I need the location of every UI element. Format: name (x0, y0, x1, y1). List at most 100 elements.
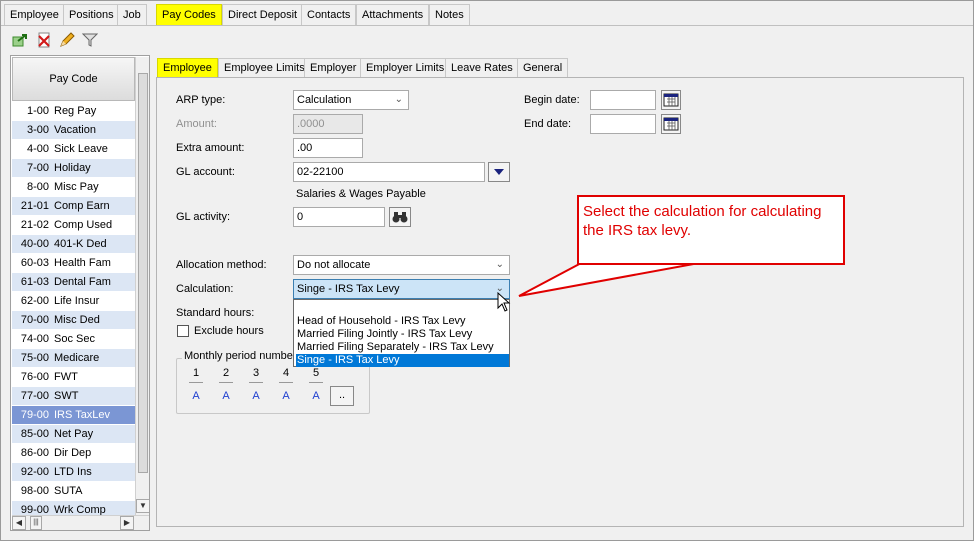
period-value-5[interactable]: A (306, 390, 326, 402)
calculation-option-blank[interactable] (296, 301, 509, 314)
begin-date-field[interactable] (590, 90, 656, 110)
pay-code-name: IRS TaxLev (54, 409, 111, 421)
calculation-option-married-jointly[interactable]: Married Filing Jointly - IRS Tax Levy (296, 328, 509, 341)
allocation-method-select[interactable]: Do not allocate ⌄ (293, 255, 510, 275)
gl-activity-field[interactable]: 0 (293, 207, 385, 227)
arp-type-select[interactable]: Calculation ⌄ (293, 90, 409, 110)
pay-code-number: 98-00 (20, 485, 49, 497)
list-vertical-scrollbar[interactable]: ▼ (135, 57, 149, 515)
pay-code-number: 92-00 (20, 466, 49, 478)
pay-code-row[interactable]: 79-00 IRS TaxLev (12, 406, 135, 425)
pay-code-row[interactable]: 86-00 Dir Dep (12, 444, 135, 463)
pay-code-rows: 1-00 Reg Pay 3-00 Vacation 4-00 Sick Leave 7-0… (12, 102, 135, 520)
monthly-period-title: Monthly period number (182, 350, 299, 362)
gl-account-label: GL account: (176, 166, 235, 178)
end-date-calendar-button[interactable] (661, 114, 681, 134)
period-value-3[interactable]: A (246, 390, 266, 402)
pay-code-list: Pay Code 1-00 Reg Pay 3-00 Vacation 4-00 Sick… (10, 55, 150, 531)
period-value-2[interactable]: A (216, 390, 236, 402)
period-number-1: 1 (192, 367, 200, 379)
subtab-employer-limits[interactable]: Employer Limits (360, 58, 451, 77)
gl-activity-search-button[interactable] (389, 207, 411, 227)
pay-code-row[interactable]: 61-03 Dental Fam (12, 273, 135, 292)
begin-date-calendar-button[interactable] (661, 90, 681, 110)
pay-code-row[interactable]: 4-00 Sick Leave (12, 140, 135, 159)
pay-code-name: LTD Ins (54, 466, 92, 478)
begin-date-label: Begin date: (524, 94, 580, 106)
tab-pay-codes[interactable]: Pay Codes (156, 4, 222, 25)
tab-positions[interactable]: Positions (63, 4, 120, 25)
pay-code-row[interactable]: 40-00 401-K Ded (12, 235, 135, 254)
pay-code-row[interactable]: 1-00 Reg Pay (12, 102, 135, 121)
subtab-employee-limits[interactable]: Employee Limits (218, 58, 311, 77)
pay-code-column-header[interactable]: Pay Code (12, 57, 135, 101)
pay-code-number: 3-00 (26, 124, 49, 136)
pay-code-row[interactable]: 3-00 Vacation (12, 121, 135, 140)
scroll-grip-icon[interactable]: ||| (30, 516, 42, 530)
period-value-1[interactable]: A (186, 390, 206, 402)
calculation-select[interactable]: Singe - IRS Tax Levy ⌄ (293, 279, 510, 299)
period-underline (189, 382, 203, 383)
pay-code-number: 79-00 (20, 409, 49, 421)
pay-code-name: Comp Used (54, 219, 113, 231)
tab-job[interactable]: Job (117, 4, 147, 25)
app-window: Employee Positions Job Pay Codes Direct … (0, 0, 974, 541)
pay-code-row[interactable]: 98-00 SUTA (12, 482, 135, 501)
arp-type-value: Calculation (297, 94, 352, 106)
tab-contacts[interactable]: Contacts (301, 4, 357, 25)
subtab-leave-rates[interactable]: Leave Rates (445, 58, 519, 77)
calculation-option-single[interactable]: Singe - IRS Tax Levy (296, 354, 509, 367)
scroll-thumb[interactable] (138, 73, 148, 473)
pay-code-row[interactable]: 21-01 Comp Earn (12, 197, 135, 216)
arp-type-label: ARP type: (176, 94, 226, 106)
chevron-down-icon: ⌄ (495, 259, 504, 270)
pay-code-row[interactable]: 62-00 Life Insur (12, 292, 135, 311)
binoculars-icon (392, 212, 408, 223)
subtab-employer[interactable]: Employer (304, 58, 363, 77)
tab-notes[interactable]: Notes (429, 4, 470, 25)
tab-direct-deposit[interactable]: Direct Deposit (222, 4, 304, 25)
pay-code-row[interactable]: 7-00 Holiday (12, 159, 135, 178)
pay-code-row[interactable]: 70-00 Misc Ded (12, 311, 135, 330)
tab-attachments[interactable]: Attachments (356, 4, 430, 25)
pay-code-number: 21-02 (20, 219, 49, 231)
period-underline (249, 382, 263, 383)
pay-code-row[interactable]: 74-00 Soc Sec (12, 330, 135, 349)
pay-code-name: Life Insur (54, 295, 100, 307)
delete-icon[interactable] (36, 32, 52, 48)
pay-code-row[interactable]: 8-00 Misc Pay (12, 178, 135, 197)
extra-amount-field[interactable]: .00 (293, 138, 363, 158)
pay-code-row[interactable]: 92-00 LTD Ins (12, 463, 135, 482)
filter-icon[interactable] (82, 32, 98, 48)
pay-code-row[interactable]: 85-00 Net Pay (12, 425, 135, 444)
calendar-icon (663, 93, 679, 107)
triangle-down-icon (494, 169, 504, 175)
pay-code-name: Dental Fam (54, 276, 111, 288)
pay-code-name: Sick Leave (54, 143, 108, 155)
pay-code-row[interactable]: 21-02 Comp Used (12, 216, 135, 235)
scroll-down-icon[interactable]: ▼ (136, 499, 149, 513)
period-value-4[interactable]: A (276, 390, 296, 402)
scroll-left-icon[interactable]: ◀ (12, 516, 26, 530)
pay-code-row[interactable]: 60-03 Health Fam (12, 254, 135, 273)
scroll-right-icon[interactable]: ▶ (120, 516, 134, 530)
exclude-hours-checkbox[interactable] (177, 325, 189, 337)
pay-code-row[interactable]: 75-00 Medicare (12, 349, 135, 368)
more-periods-button[interactable]: .. (330, 386, 354, 406)
subtab-employee[interactable]: Employee (157, 58, 218, 77)
subtab-general[interactable]: General (517, 58, 569, 77)
edit-pencil-icon[interactable] (59, 32, 75, 48)
gl-account-field[interactable]: 02-22100 (293, 162, 485, 182)
end-date-field[interactable] (590, 114, 656, 134)
calculation-label: Calculation: (176, 283, 234, 295)
callout-note: Select the calculation for calculating t… (577, 195, 845, 265)
calculation-option-head-of-household[interactable]: Head of Household - IRS Tax Levy (296, 315, 509, 328)
tab-employee[interactable]: Employee (4, 4, 65, 25)
gl-account-lookup-button[interactable] (488, 162, 510, 182)
calculation-option-married-separately[interactable]: Married Filing Separately - IRS Tax Levy (296, 341, 509, 354)
list-horizontal-scrollbar[interactable]: ◀ ||| ▶ (12, 515, 149, 530)
calendar-icon (663, 117, 679, 131)
export-icon[interactable] (12, 32, 28, 48)
pay-code-row[interactable]: 77-00 SWT (12, 387, 135, 406)
pay-code-row[interactable]: 76-00 FWT (12, 368, 135, 387)
